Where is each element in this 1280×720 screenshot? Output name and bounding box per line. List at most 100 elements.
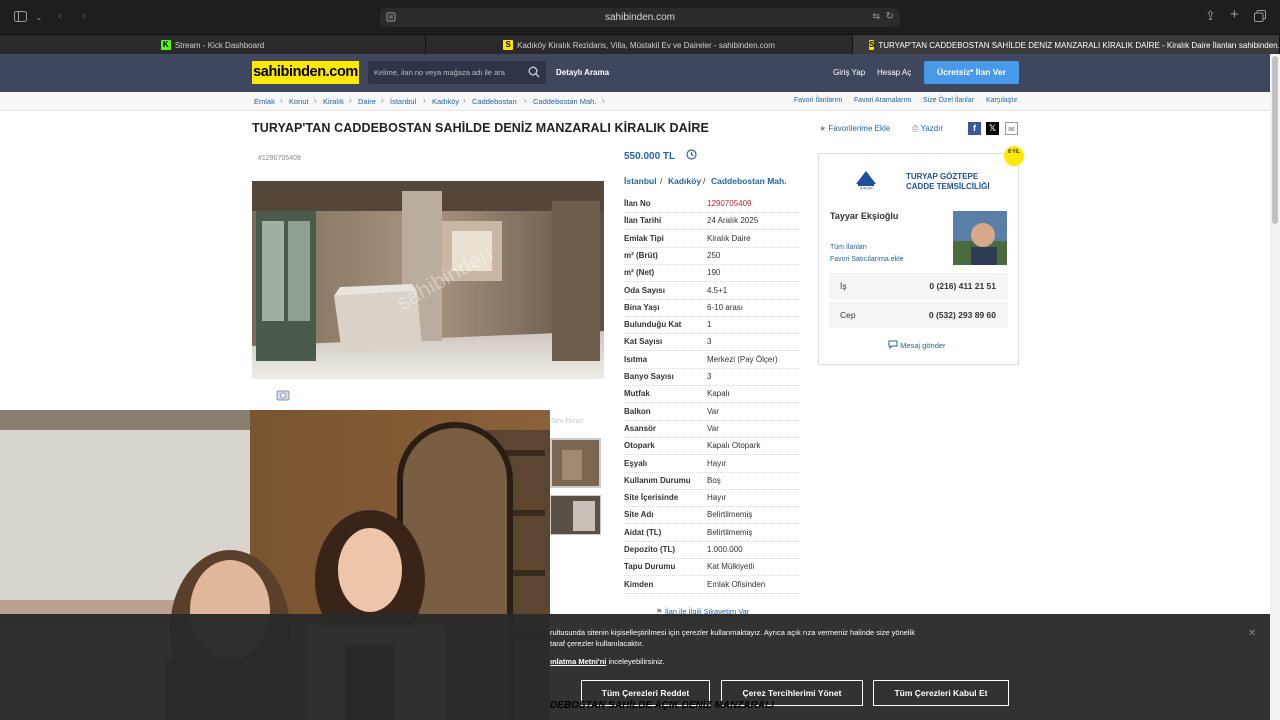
site-logo[interactable]: sahibinden.com (252, 61, 359, 84)
property-key: Bulunduğu Kat (624, 320, 682, 330)
post-ad-button[interactable]: Ücretsiz* İlan Ver (924, 61, 1019, 84)
property-value: Kapalı (707, 389, 730, 399)
store-name[interactable]: TURYAP GÖZTEPE CADDE TEMSİLCİLİĞİ (906, 172, 1006, 192)
breadcrumb-item[interactable]: Caddebostan (472, 97, 517, 106)
reload-icon[interactable]: ↻ (886, 11, 894, 22)
send-message-label: Mesaj gönder (900, 341, 946, 350)
property-key: Tapu Durumu (624, 562, 676, 572)
favorite-listings-link[interactable]: Favori İlanlarım (794, 97, 842, 104)
photo-thumbnail[interactable] (550, 495, 601, 535)
mail-icon[interactable]: ✉ (1005, 122, 1018, 135)
favorite-searches-link[interactable]: Favori Aramalarım (854, 97, 911, 104)
register-link[interactable]: Hesap Aç (877, 68, 911, 77)
page-settings-icon[interactable] (386, 12, 396, 25)
price-history-icon[interactable] (686, 149, 697, 162)
tab-kadikoy-listings[interactable]: S Kadıköy Kiralık Rezidans, Villa, Müsta… (426, 35, 853, 55)
breadcrumb-separator: › (524, 96, 527, 105)
breadcrumb-item[interactable]: Kiralık (323, 97, 344, 106)
tab-overview-icon[interactable] (1254, 10, 1266, 25)
property-row: Aidat (TL) Belirtilmemiş (624, 525, 799, 542)
send-message-button[interactable]: Mesaj gönder (888, 340, 946, 350)
background-title-text: DEBOSTAN SAHİLDE AÇIK DENİZ MANZARALI (550, 700, 774, 711)
property-value: 1 (707, 320, 712, 330)
location-separator: / (703, 176, 706, 186)
breadcrumb-item[interactable]: İstanbul (390, 97, 416, 106)
detailed-search-link[interactable]: Detaylı Arama (556, 68, 609, 77)
property-value: Kapalı Otopark (707, 441, 761, 451)
agent-name: Tayyar Ekşioğlu (830, 211, 899, 221)
property-key: m² (Brüt) (624, 250, 658, 260)
breadcrumb-item[interactable]: Emlak (254, 97, 275, 106)
search-icon[interactable] (528, 66, 540, 78)
property-row: Emlak Tipi Kiralık Daire (624, 231, 799, 248)
sidebar-toggle-icon[interactable] (14, 11, 27, 25)
property-row: Balkon Var (624, 404, 799, 421)
property-value: Hayır (707, 458, 727, 468)
work-phone-row[interactable]: İş 0 (216) 411 21 51 (829, 273, 1008, 299)
page-scrollbar-thumb[interactable] (1272, 56, 1278, 224)
share-icon[interactable]: ⇪ (1205, 9, 1216, 23)
property-value: Boş (707, 475, 721, 485)
membership-years-badge: 8 YIL (1004, 146, 1024, 166)
phone-number: 0 (216) 411 21 51 (929, 281, 996, 291)
sahibinden-favicon-icon: S (503, 40, 514, 50)
property-row: Bina Yaşı 6-10 arası (624, 300, 799, 317)
svg-text:TURYAP: TURYAP (859, 187, 874, 191)
printer-icon: ⎙ (912, 124, 919, 133)
accept-cookies-button[interactable]: Tüm Çerezleri Kabul Et (873, 680, 1009, 706)
translate-icon[interactable]: ⇆ (872, 11, 880, 22)
property-value: 24 Aralık 2025 (707, 216, 759, 226)
tab-current-listing[interactable]: S TURYAP'TAN CADDEBOSTAN SAHİLDE DENİZ M… (853, 35, 1280, 55)
chevron-down-icon[interactable]: ⌄ (35, 10, 43, 24)
breadcrumb-item[interactable]: Konut (289, 97, 309, 106)
breadcrumb-item[interactable]: Daire (358, 97, 376, 106)
privacy-notice-link[interactable]: ınlatma Metni'ni (550, 657, 606, 666)
star-icon: ★ (819, 124, 827, 133)
property-row: Mutfak Kapalı (624, 386, 799, 404)
close-icon[interactable]: ✕ (1248, 628, 1256, 639)
breadcrumb-separator: › (423, 96, 426, 105)
property-key: Isıtma (624, 354, 648, 364)
all-ads-link[interactable]: Tüm İlanları (830, 244, 867, 251)
screen: ⌄ ‹ › sahibinden.com ⇆ ↻ ⇪ + K Stream - … (0, 0, 1280, 720)
print-button[interactable]: ⎙ Yazdır (912, 124, 943, 134)
listing-title: TURYAP'TAN CADDEBOSTAN SAHİLDE DENİZ MAN… (252, 121, 709, 135)
property-key: Otopark (624, 441, 655, 451)
location-district[interactable]: Kadıköy (668, 176, 701, 186)
back-icon[interactable]: ‹ (58, 9, 62, 23)
photo-thumbnail[interactable] (550, 438, 601, 488)
special-listings-link[interactable]: Size Özel İlanlar (923, 97, 974, 104)
location-neighborhood[interactable]: Caddebostan Mah. (711, 176, 787, 186)
fullscreen-label[interactable]: Tam Ekran (550, 418, 583, 425)
favorite-seller-link[interactable]: Favori Satıcılarıma ekle (830, 256, 904, 263)
search-input[interactable] (368, 61, 526, 84)
property-key: Banyo Sayısı (624, 372, 674, 381)
forward-icon[interactable]: › (82, 9, 86, 23)
camera-icon[interactable] (276, 388, 290, 402)
address-bar[interactable]: sahibinden.com ⇆ ↻ (380, 8, 900, 27)
location-city[interactable]: İstanbul (624, 176, 657, 186)
listing-main-photo[interactable]: sahibinden (252, 181, 604, 379)
mobile-phone-row[interactable]: Cep 0 (532) 293 89 60 (829, 302, 1008, 328)
property-key: Oda Sayısı (624, 285, 665, 295)
property-value: Kiralık Daire (707, 233, 751, 243)
property-row: Site Adı Belirtilmemiş (624, 507, 799, 525)
facebook-icon[interactable]: f (968, 122, 981, 135)
sahibinden-favicon-icon: S (869, 40, 875, 50)
property-row: m² (Brüt) 250 (624, 248, 799, 265)
breadcrumb-item[interactable]: Caddebostan Mah. (533, 97, 596, 106)
compare-link[interactable]: Karşılaştır (986, 97, 1018, 104)
browser-toolbar: ⌄ ‹ › sahibinden.com ⇆ ↻ ⇪ + (0, 0, 1280, 34)
breadcrumb-item[interactable]: Kadıköy (432, 97, 459, 106)
login-link[interactable]: Giriş Yap (833, 68, 865, 77)
store-logo-icon[interactable]: TURYAP (854, 168, 878, 191)
print-label: Yazdır (920, 124, 944, 133)
add-favorite-button[interactable]: ★ Favorilerime Ekle (819, 124, 890, 133)
property-key: m² (Net) (624, 268, 655, 278)
new-tab-icon[interactable]: + (1230, 7, 1239, 22)
x-twitter-icon[interactable]: 𝕏 (986, 122, 999, 135)
property-value: 3 (707, 372, 712, 381)
property-row: Eşyalı Hayır (624, 456, 799, 473)
tab-kick[interactable]: K Stream - Kick Dashboard (0, 35, 426, 55)
property-row: Isıtma Merkezi (Pay Ölçer) (624, 352, 799, 369)
